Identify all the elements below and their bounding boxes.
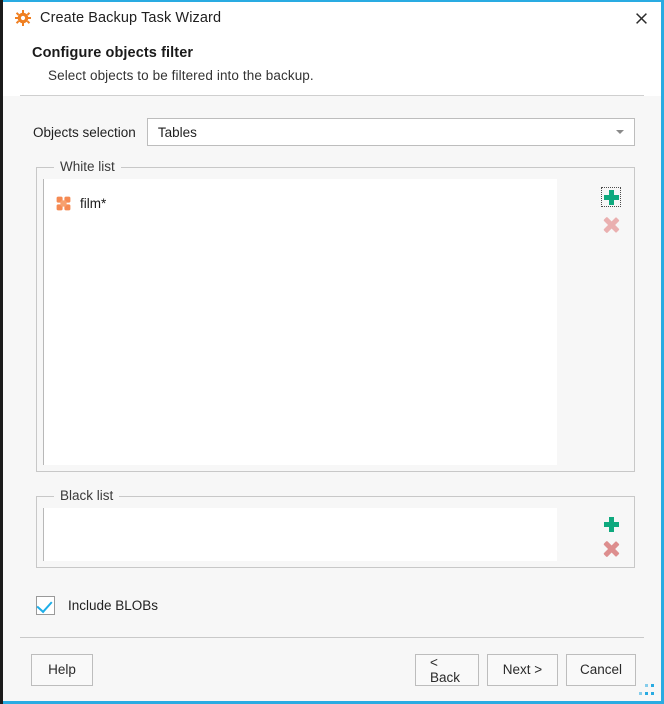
objects-selection-dropdown[interactable]: Tables	[146, 118, 635, 146]
page-title: Configure objects filter	[32, 45, 194, 61]
footer-bar: Help < Back Next > Cancel	[3, 638, 661, 701]
window-title: Create Backup Task Wizard	[40, 10, 222, 26]
cross-remove-icon	[603, 217, 619, 233]
objects-selection-row: Objects selection Tables	[33, 118, 635, 146]
black-list-listbox[interactable]	[43, 508, 557, 561]
black-list-title: Black list	[54, 488, 120, 503]
white-list-listbox[interactable]: film*	[43, 179, 557, 465]
button-column-divider	[43, 508, 44, 561]
title-bar: Create Backup Task Wizard	[3, 2, 661, 34]
help-button[interactable]: Help	[31, 653, 93, 686]
cancel-button[interactable]: Cancel	[566, 653, 636, 686]
black-list-add-button[interactable]	[597, 512, 625, 537]
objects-selection-label: Objects selection	[33, 124, 136, 140]
white-list-add-button[interactable]	[597, 183, 625, 211]
cross-remove-icon	[603, 541, 619, 557]
white-list-button-column	[43, 179, 629, 465]
next-button[interactable]: Next >	[487, 653, 558, 686]
objects-selection-value: Tables	[157, 124, 197, 140]
plus-icon	[603, 189, 619, 205]
black-list-button-column	[43, 508, 629, 562]
black-list-group: Black list	[36, 488, 635, 568]
white-list-remove-button[interactable]	[597, 211, 625, 239]
include-blobs-label: Include BLOBs	[68, 598, 159, 613]
wizard-window: Create Backup Task Wizard Configure obje…	[0, 0, 664, 704]
back-button[interactable]: < Back	[415, 653, 479, 686]
close-icon[interactable]	[621, 2, 661, 34]
page-subtitle: Select objects to be filtered into the b…	[48, 68, 314, 83]
list-item[interactable]: film*	[43, 191, 557, 215]
gear-icon	[15, 10, 31, 26]
black-list-remove-button[interactable]	[597, 537, 625, 562]
chevron-down-icon	[616, 130, 624, 134]
window-left-shadow	[0, 0, 3, 704]
button-column-divider	[43, 179, 44, 465]
black-list-gutter	[557, 508, 593, 561]
white-list-gutter	[557, 179, 593, 465]
list-item-label: film*	[80, 195, 107, 211]
include-blobs-checkbox[interactable]	[36, 596, 55, 615]
include-blobs-row: Include BLOBs	[36, 596, 158, 615]
check-icon	[36, 596, 53, 614]
white-list-title: White list	[54, 159, 121, 174]
resize-grip-icon[interactable]	[639, 682, 654, 695]
plus-icon	[603, 516, 619, 532]
table-object-icon	[56, 196, 71, 211]
header-section: Configure objects filter Select objects …	[3, 34, 661, 96]
white-list-group: White list film*	[36, 159, 635, 472]
content-area: Objects selection Tables White list film…	[3, 96, 661, 637]
